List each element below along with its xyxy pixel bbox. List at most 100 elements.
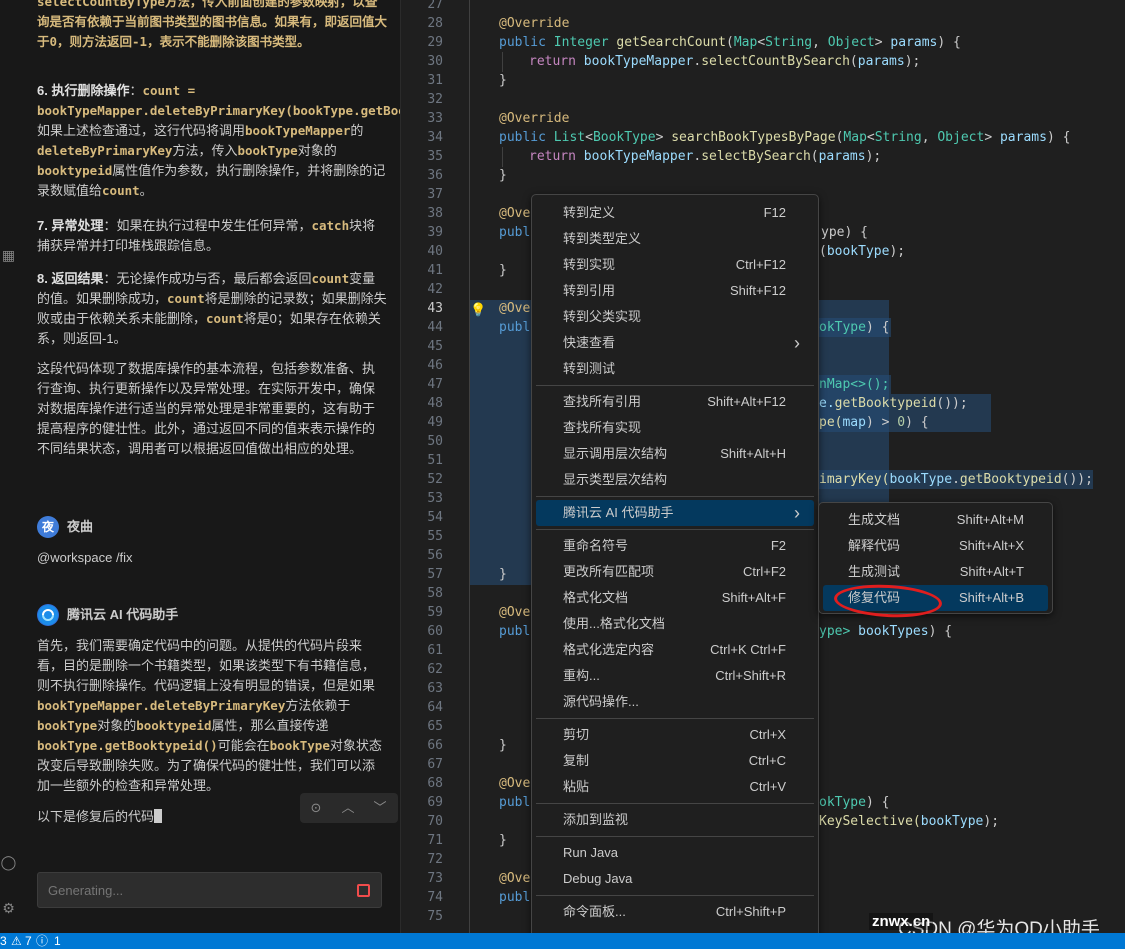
inline-code: bookTypeMapper bbox=[245, 123, 351, 138]
menu-item-label: 显示调用层次结构 bbox=[563, 446, 668, 461]
menu-item[interactable]: Debug Java bbox=[536, 866, 814, 892]
menu-item[interactable]: 查找所有实现 bbox=[536, 415, 814, 441]
token: String bbox=[874, 130, 922, 145]
ai-chat-panel: selectCountByType方法，传入前面创建的参数映射，以查询是否有依赖… bbox=[17, 0, 401, 933]
menu-item-label: 快速查看 bbox=[563, 335, 616, 350]
line-number: 55 bbox=[427, 529, 443, 544]
menu-item[interactable]: 剪切 Ctrl+X bbox=[536, 722, 814, 748]
menu-item[interactable]: 格式化选定内容 Ctrl+K Ctrl+F bbox=[536, 637, 814, 663]
token: ) { bbox=[905, 415, 929, 430]
menu-item-label: 剪切 bbox=[563, 727, 590, 742]
chat-input[interactable] bbox=[46, 881, 346, 899]
menu-item[interactable]: 转到引用 Shift+F12 bbox=[536, 278, 814, 304]
activity-bar: ▦ ◯ ⚙ bbox=[0, 0, 17, 933]
inline-code: count bbox=[102, 183, 140, 198]
line-number: 47 bbox=[427, 377, 443, 392]
line-number: 44 bbox=[427, 320, 443, 335]
extensions-icon[interactable]: ▦ bbox=[0, 245, 17, 265]
token: return bbox=[529, 149, 584, 164]
menu-item[interactable]: 格式化文档 Shift+Alt+F bbox=[536, 585, 814, 611]
chevron-down-icon[interactable]: ﹀ bbox=[370, 798, 390, 818]
submenu-item[interactable]: 修复代码 Shift+Alt+B bbox=[823, 585, 1048, 611]
menu-item[interactable]: 更改所有匹配项 Ctrl+F2 bbox=[536, 559, 814, 585]
token: ( bbox=[819, 244, 827, 259]
line-number: 51 bbox=[427, 453, 443, 468]
step-text: ：如果在执行过程中发生任何异常， bbox=[103, 218, 312, 233]
submenu-item-shortcut: Shift+Alt+B bbox=[958, 590, 1024, 605]
menu-item[interactable]: 转到测试 bbox=[536, 356, 814, 382]
menu-item[interactable]: 转到定义 F12 bbox=[536, 200, 814, 226]
chevron-up-icon[interactable]: ︿ bbox=[338, 798, 358, 818]
token: KeySelective( bbox=[819, 814, 921, 829]
menu-item-shortcut: Ctrl+Shift+R bbox=[715, 668, 786, 683]
lightbulb-icon[interactable]: 💡 bbox=[470, 300, 486, 319]
menu-item[interactable]: 转到实现 Ctrl+F12 bbox=[536, 252, 814, 278]
token: okType bbox=[819, 795, 866, 810]
inline-code: catch bbox=[311, 218, 350, 233]
code-line: nMap<>(); bbox=[819, 377, 890, 392]
menu-item[interactable]: 复制 Ctrl+C bbox=[536, 748, 814, 774]
token: ()); bbox=[1061, 472, 1093, 487]
menu-item[interactable]: 重命名符号 F2 bbox=[536, 533, 814, 559]
menu-item-label: 转到实现 bbox=[563, 257, 616, 272]
line-number: 39 bbox=[427, 225, 443, 240]
inline-code: booktypeid bbox=[37, 163, 113, 178]
token: String bbox=[765, 35, 813, 50]
user-avatar: 夜 bbox=[37, 516, 59, 538]
menu-item[interactable]: 显示调用层次结构 Shift+Alt+H bbox=[536, 441, 814, 467]
token: public bbox=[499, 130, 554, 145]
token: getBooktypeid bbox=[834, 396, 937, 411]
menu-item-label: 转到父类实现 bbox=[563, 309, 642, 324]
message-text: 首先，我们需要确定代码中的问题。从提供的代码片段来看，目的是删除一个书籍类型，如… bbox=[37, 638, 376, 693]
menu-item[interactable]: 命令面板... Ctrl+Shift+P bbox=[536, 899, 814, 925]
submenu-item[interactable]: 生成文档 Shift+Alt+M bbox=[823, 507, 1048, 533]
token: params bbox=[857, 54, 905, 69]
info-count[interactable]: 1 bbox=[54, 933, 61, 949]
line-number: 42 bbox=[427, 282, 443, 297]
menu-item[interactable]: 显示类型层次结构 bbox=[536, 467, 814, 493]
menu-item[interactable]: Run Java bbox=[536, 840, 814, 866]
menu-item[interactable]: 粘贴 Ctrl+V bbox=[536, 774, 814, 800]
submenu-item[interactable]: 生成测试 Shift+Alt+T bbox=[823, 559, 1048, 585]
code-line: KeySelective(bookType); bbox=[819, 812, 999, 831]
chat-step-6: 6. 执行删除操作：count = bookTypeMapper.deleteB… bbox=[37, 81, 400, 201]
stop-circle-icon[interactable]: ⊙ bbox=[306, 798, 326, 818]
line-number: 68 bbox=[427, 776, 443, 791]
settings-icon[interactable]: ⚙ bbox=[0, 898, 17, 918]
token: ) { bbox=[937, 35, 961, 50]
menu-item[interactable]: 腾讯云 AI 代码助手 › bbox=[536, 500, 814, 526]
inline-code: booktypeid bbox=[136, 718, 212, 733]
stop-generating-icon[interactable] bbox=[357, 884, 370, 897]
menu-item-shortcut: Ctrl+V bbox=[749, 779, 786, 794]
menu-item[interactable]: 使用...格式化文档 bbox=[536, 611, 814, 637]
warning-count[interactable]: 7 bbox=[25, 933, 32, 949]
code-line: } bbox=[499, 833, 507, 848]
menu-item[interactable]: 快速查看 › bbox=[536, 330, 814, 356]
token: Object bbox=[937, 130, 985, 145]
token: ); bbox=[983, 814, 1000, 829]
submenu-item[interactable]: 解释代码 Shift+Alt+X bbox=[823, 533, 1048, 559]
token: pe( bbox=[819, 415, 843, 430]
token: public bbox=[499, 35, 554, 50]
menu-item[interactable]: 重构... Ctrl+Shift+R bbox=[536, 663, 814, 689]
error-count: 3 bbox=[0, 934, 7, 948]
line-number: 59 bbox=[427, 605, 443, 620]
menu-item[interactable]: 添加到监视 bbox=[536, 807, 814, 833]
typing-cursor bbox=[154, 809, 163, 823]
token: ); bbox=[889, 244, 906, 259]
token: . bbox=[952, 472, 960, 487]
code-line: @Override bbox=[499, 16, 570, 31]
menu-item[interactable]: 源代码操作... bbox=[536, 689, 814, 715]
menu-item-label: 更改所有匹配项 bbox=[563, 564, 655, 579]
status-errors[interactable]: 3 bbox=[0, 933, 7, 949]
code-line: publ bbox=[499, 225, 531, 240]
account-icon[interactable]: ◯ bbox=[0, 852, 17, 872]
menu-item-label: 命令面板... bbox=[563, 904, 626, 919]
token: > bbox=[874, 35, 891, 50]
menu-item[interactable]: 查找所有引用 Shift+Alt+F12 bbox=[536, 389, 814, 415]
menu-item[interactable]: 转到类型定义 bbox=[536, 226, 814, 252]
menu-separator bbox=[536, 718, 814, 719]
line-number: 74 bbox=[427, 890, 443, 905]
menu-item[interactable]: 转到父类实现 bbox=[536, 304, 814, 330]
line-number: 52 bbox=[427, 472, 443, 487]
